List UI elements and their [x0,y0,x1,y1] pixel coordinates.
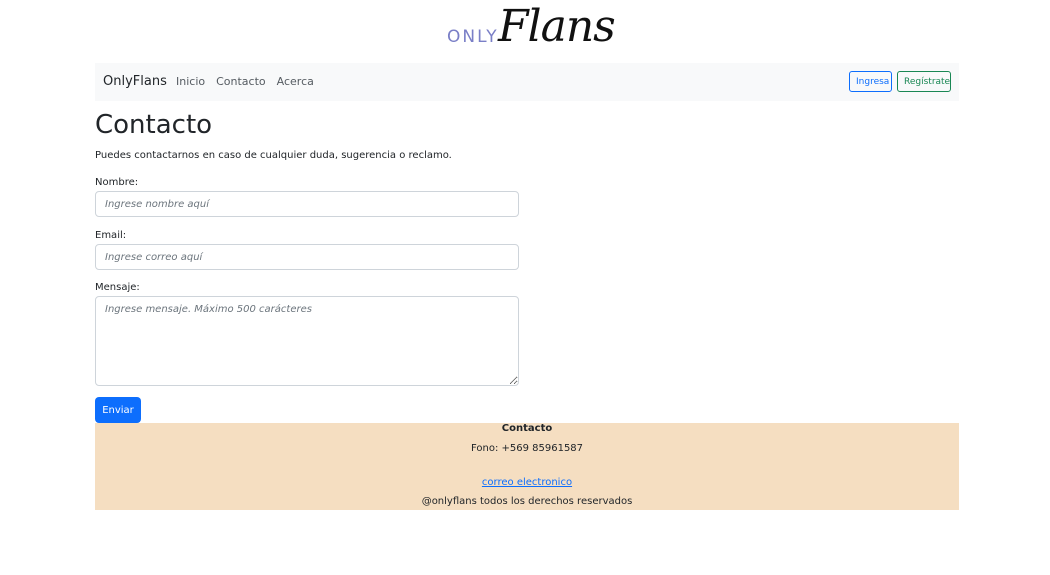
footer-email-link[interactable]: correo electronico [482,477,572,488]
footer: Contacto Fono: +569 85961587 correo elec… [95,423,959,510]
logo-only-text: ONLY [447,27,499,47]
email-label: Email: [95,230,127,241]
site-logo[interactable]: ONLY Flans [446,1,616,55]
footer-copyright: @onlyflans todos los derechos reservados [421,496,633,507]
page-title: Contacto [95,110,213,140]
footer-phone: Fono: +569 85961587 [470,443,584,454]
message-label: Mensaje: [95,282,140,293]
navbar: OnlyFlans Inicio Contacto Acerca Ingresa… [95,63,959,101]
nav-link-acerca[interactable]: Acerca [277,75,314,88]
footer-title: Contacto [501,423,553,434]
message-textarea[interactable] [95,296,519,386]
logo-flans-text: Flans [498,1,616,52]
navbar-brand[interactable]: OnlyFlans [103,74,167,89]
page-subtitle: Puedes contactarnos en caso de cualquier… [95,150,452,161]
login-button[interactable]: Ingresa [849,71,892,92]
register-button[interactable]: Regístrate [897,71,951,92]
email-input[interactable] [95,244,519,270]
name-label: Nombre: [95,177,139,188]
footer-link-wrap: correo electronico [95,470,959,489]
nav-links: Inicio Contacto Acerca [176,75,314,88]
nav-link-contacto[interactable]: Contacto [216,75,266,88]
header: ONLY Flans [0,0,1050,62]
nav-link-inicio[interactable]: Inicio [176,75,205,88]
submit-button[interactable]: Enviar [95,397,141,423]
name-input[interactable] [95,191,519,217]
